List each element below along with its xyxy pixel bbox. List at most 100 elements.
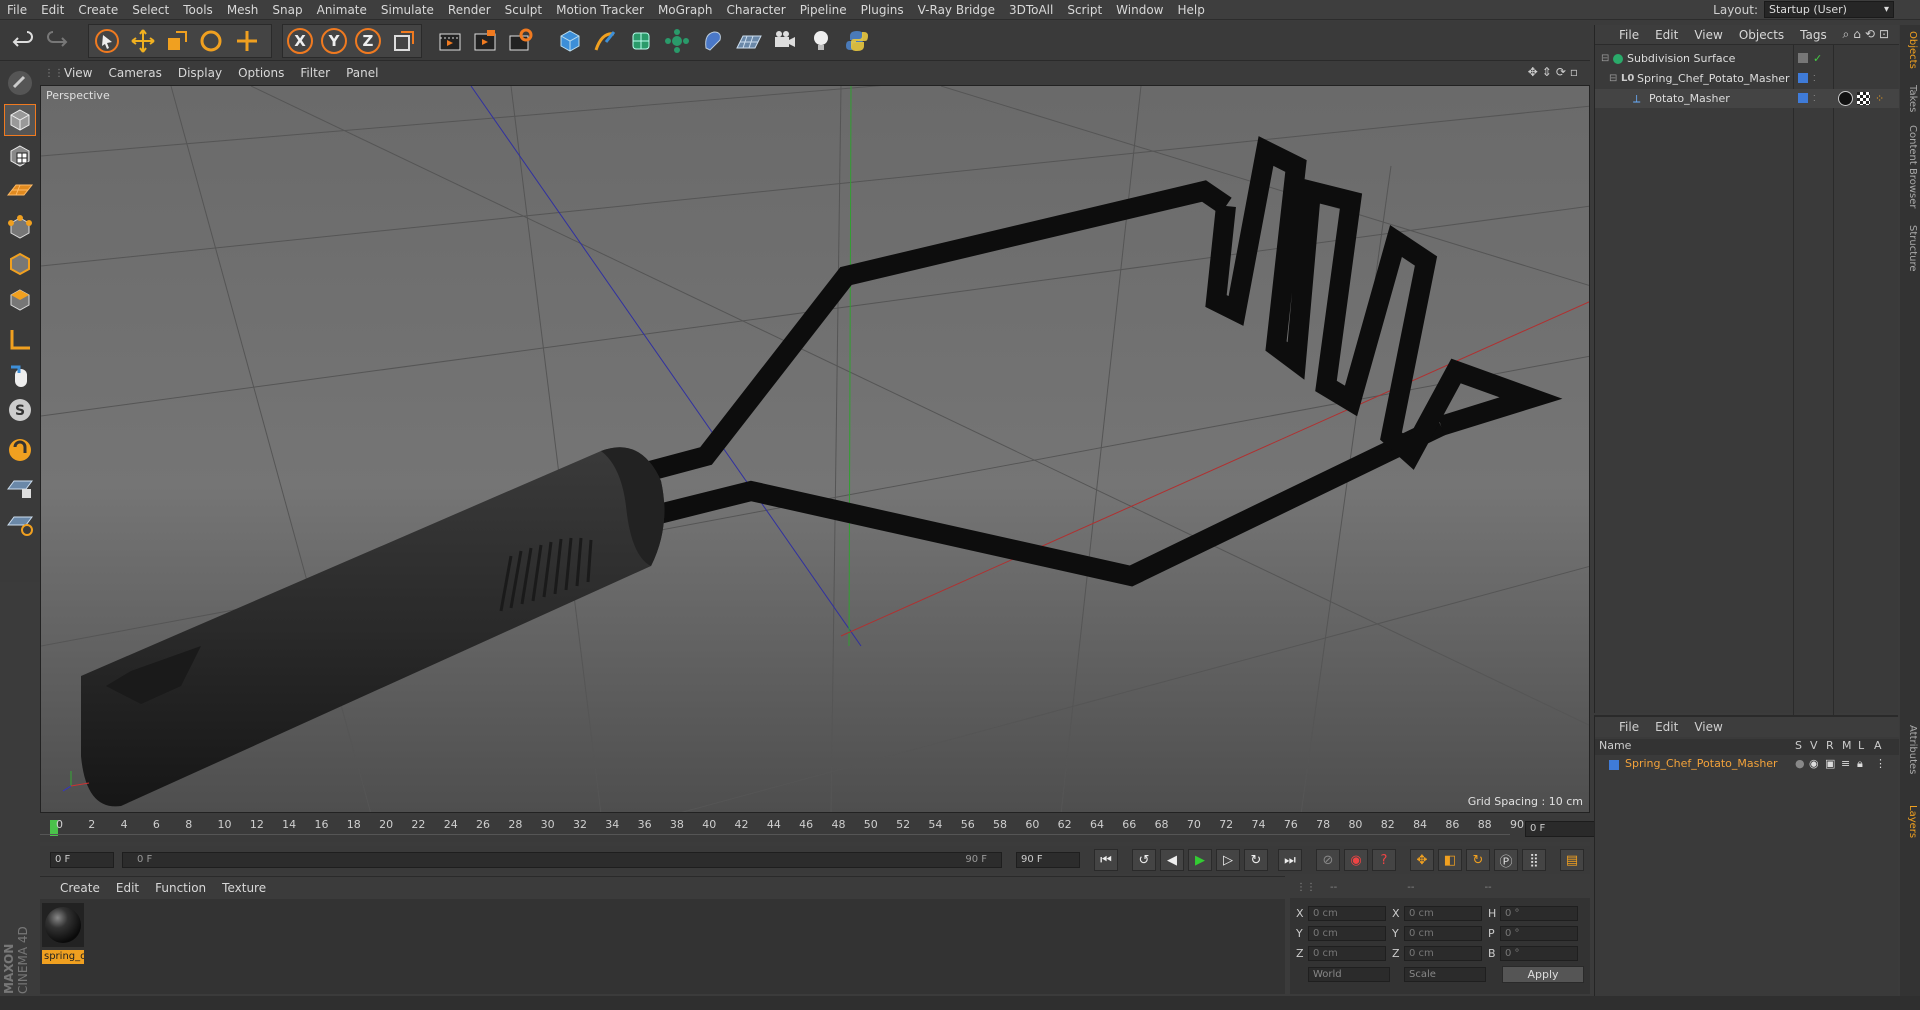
manager-layer-icon[interactable]: ≡ <box>1841 757 1850 770</box>
subdivision-icon[interactable] <box>626 26 656 56</box>
go-to-start-icon[interactable]: ⏮ <box>1094 849 1118 871</box>
visibility-dots-icon[interactable]: ⁚ <box>1813 89 1816 108</box>
menu-create[interactable]: Create <box>71 0 125 20</box>
animation-layer-icon[interactable]: ⋮ <box>1875 757 1886 770</box>
key-position-icon[interactable]: ✥ <box>1410 849 1434 871</box>
object-row-subdivision-surface[interactable]: ⊟ Subdivision Surface ✓ <box>1595 49 1899 68</box>
viewport-menu-view[interactable]: View <box>56 66 100 80</box>
size-mode-dropdown[interactable]: Scale <box>1404 967 1486 982</box>
make-editable-icon[interactable] <box>4 67 36 99</box>
objects-menu-file[interactable]: File <box>1611 28 1647 42</box>
live-selection-icon[interactable] <box>92 26 122 56</box>
end-frame-field[interactable]: 90 F <box>1016 852 1080 868</box>
key-rotation-icon[interactable]: ↻ <box>1466 849 1490 871</box>
layer-color-icon[interactable] <box>1798 73 1808 83</box>
lock-layer-icon[interactable]: 🔒︎ <box>1857 757 1863 771</box>
previous-keyframe-icon[interactable]: ↺ <box>1132 849 1156 871</box>
menu-file[interactable]: File <box>0 0 34 20</box>
layer-menu-file[interactable]: File <box>1611 720 1647 734</box>
expand-icon[interactable]: ⊟ <box>1609 69 1617 88</box>
render-view-icon[interactable] <box>435 26 465 56</box>
menu-plugins[interactable]: Plugins <box>854 0 911 20</box>
menu-script[interactable]: Script <box>1060 0 1109 20</box>
visible-editor-icon[interactable]: ◉ <box>1809 757 1819 770</box>
material-menu-create[interactable]: Create <box>52 881 108 895</box>
key-pla-icon[interactable]: ⣿ <box>1522 849 1546 871</box>
cube-icon[interactable] <box>555 26 585 56</box>
object-row-spring-chef-potato-masher[interactable]: ⊟ L0 Spring_Chef_Potato_Masher ⁚ <box>1595 69 1899 88</box>
timeline-window-icon[interactable]: ▤ <box>1560 849 1584 871</box>
previous-frame-icon[interactable]: ◀ <box>1160 849 1184 871</box>
light-icon[interactable] <box>806 26 836 56</box>
viewport-menu-panel[interactable]: Panel <box>338 66 386 80</box>
timeline-ruler[interactable]: 0 2 4 6 8 10 12 14 16 18 20 22 24 26 28 30 32 34 36 38 40 42 4… <box>40 816 1605 842</box>
polygons-mode-icon[interactable] <box>4 284 36 316</box>
coordinate-mode-dropdown[interactable]: World <box>1308 967 1390 982</box>
uvw-tag-icon[interactable] <box>1857 92 1870 105</box>
menu-pipeline[interactable]: Pipeline <box>793 0 854 20</box>
material-menu-texture[interactable]: Texture <box>214 881 274 895</box>
play-icon[interactable]: ▶ <box>1188 849 1212 871</box>
autokey-icon[interactable]: ◉ <box>1344 849 1368 871</box>
menu-mograph[interactable]: MoGraph <box>651 0 720 20</box>
layer-menu-edit[interactable]: Edit <box>1647 720 1686 734</box>
rot-h-field[interactable]: 0 ° <box>1500 906 1578 921</box>
points-mode-icon[interactable] <box>4 212 36 244</box>
model-mode-icon[interactable] <box>4 104 36 136</box>
lock-workplane-icon[interactable] <box>4 472 36 504</box>
viewport-menu-options[interactable]: Options <box>230 66 292 80</box>
move-icon[interactable] <box>128 26 158 56</box>
next-keyframe-icon[interactable]: ↻ <box>1244 849 1268 871</box>
material-menu-function[interactable]: Function <box>147 881 214 895</box>
floor-icon[interactable] <box>734 26 764 56</box>
layer-color-icon[interactable] <box>1798 93 1808 103</box>
menu-snap[interactable]: Snap <box>265 0 309 20</box>
menu-simulate[interactable]: Simulate <box>374 0 441 20</box>
x-axis-icon[interactable]: X <box>285 26 315 56</box>
menu-motion-tracker[interactable]: Motion Tracker <box>549 0 651 20</box>
objects-menu-tags[interactable]: Tags <box>1792 28 1835 42</box>
layer-color-swatch[interactable] <box>1609 760 1619 770</box>
undo-icon[interactable] <box>8 26 38 56</box>
menu-window[interactable]: Window <box>1109 0 1170 20</box>
rot-p-field[interactable]: 0 ° <box>1500 926 1578 941</box>
start-frame-field[interactable]: 0 F <box>50 852 114 868</box>
size-y-field[interactable]: 0 cm <box>1404 926 1482 941</box>
expand-icon[interactable]: ⊟ <box>1601 49 1609 68</box>
layout-dropdown[interactable]: Startup (User) <box>1764 1 1894 18</box>
objects-menu-view[interactable]: View <box>1686 28 1730 42</box>
menu-character[interactable]: Character <box>719 0 792 20</box>
viewport-menu-display[interactable]: Display <box>170 66 230 80</box>
layer-menu-view[interactable]: View <box>1686 720 1730 734</box>
solo-icon[interactable]: S <box>4 394 36 426</box>
apply-button[interactable]: Apply <box>1502 966 1584 983</box>
edges-mode-icon[interactable] <box>4 248 36 280</box>
keyframe-selection-icon[interactable]: ? <box>1372 849 1396 871</box>
viewport-navigation-icons[interactable]: ✥⇕⟳▫ <box>1528 65 1582 79</box>
tweak-mode-icon[interactable] <box>4 360 36 392</box>
enabled-check-icon[interactable]: ✓ <box>1813 49 1822 68</box>
rotate-icon[interactable] <box>196 26 226 56</box>
viewport-3d[interactable]: Perspective Grid Spacing : 10 cm <box>40 85 1590 813</box>
planar-workplane-icon[interactable] <box>4 508 36 540</box>
menu-vray-bridge[interactable]: V-Ray Bridge <box>911 0 1002 20</box>
pen-icon[interactable] <box>590 26 620 56</box>
tab-objects[interactable]: Objects <box>1902 31 1918 69</box>
workplane-icon[interactable] <box>4 174 36 206</box>
material-swatch[interactable]: spring_c <box>42 903 84 964</box>
material-menu-edit[interactable]: Edit <box>108 881 147 895</box>
texture-mode-icon[interactable] <box>4 140 36 172</box>
go-to-end-icon[interactable]: ⏭ <box>1278 849 1302 871</box>
redo-icon[interactable] <box>42 26 72 56</box>
render-picture-viewer-icon[interactable] <box>470 26 500 56</box>
size-x-field[interactable]: 0 cm <box>1404 906 1482 921</box>
tab-content-browser[interactable]: Content Browser <box>1902 125 1918 208</box>
menu-3dtoall[interactable]: 3DToAll <box>1002 0 1060 20</box>
key-scale-icon[interactable]: ◧ <box>1438 849 1462 871</box>
current-frame-field[interactable]: 0 F <box>1525 821 1605 837</box>
menu-mesh[interactable]: Mesh <box>220 0 266 20</box>
object-manager-tools-icons[interactable]: ⌕⌂⟲⊡ <box>1843 27 1893 42</box>
tab-attributes[interactable]: Attributes <box>1902 725 1918 774</box>
material-tag-icon[interactable] <box>1838 91 1853 106</box>
z-axis-icon[interactable]: Z <box>353 26 383 56</box>
